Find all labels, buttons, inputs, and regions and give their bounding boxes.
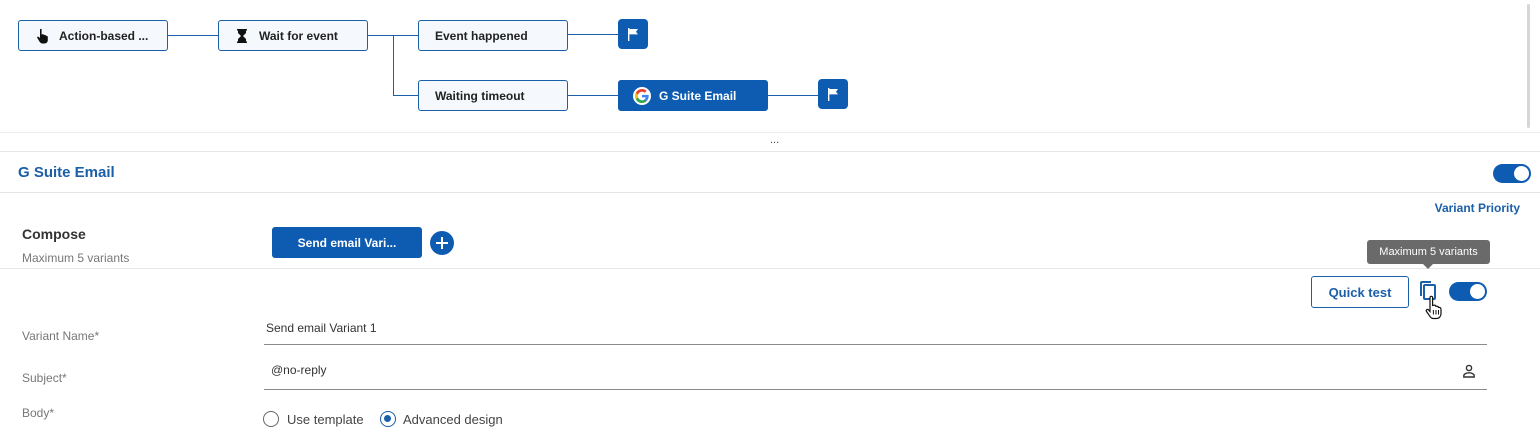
canvas-scrollbar[interactable] bbox=[1527, 4, 1530, 128]
hand-pointer-icon bbox=[33, 27, 51, 45]
flow-node-label: G Suite Email bbox=[659, 88, 737, 103]
body-label: Body* bbox=[22, 406, 55, 420]
flow-node-wait-for-event[interactable]: Wait for event bbox=[218, 20, 368, 51]
flag-icon bbox=[628, 27, 638, 41]
variant-name-underline bbox=[264, 344, 1487, 345]
variant-enable-toggle[interactable] bbox=[1449, 282, 1487, 301]
advanced-design-label[interactable]: Advanced design bbox=[403, 412, 503, 427]
variant-panel bbox=[0, 268, 1540, 432]
flow-end-flag[interactable] bbox=[818, 79, 848, 109]
hourglass-icon bbox=[233, 27, 251, 45]
advanced-design-radio[interactable] bbox=[380, 411, 396, 427]
connector bbox=[167, 35, 219, 36]
variant-name-input[interactable]: Send email Variant 1 bbox=[266, 321, 377, 335]
copy-tooltip: Maximum 5 variants bbox=[1367, 240, 1490, 269]
flow-node-g-suite-email[interactable]: G Suite Email bbox=[618, 80, 768, 111]
resize-handle-dots[interactable]: ... bbox=[770, 134, 779, 146]
flow-end-flag[interactable] bbox=[618, 19, 648, 49]
section-header bbox=[0, 153, 1540, 193]
flow-node-label: Wait for event bbox=[259, 28, 338, 43]
variant-tab-1[interactable]: Send email Vari... bbox=[272, 227, 422, 258]
quick-test-button[interactable]: Quick test bbox=[1311, 276, 1409, 308]
workflow-canvas[interactable]: Action-based ... Wait for event Event ha… bbox=[0, 0, 1540, 132]
connector bbox=[393, 35, 394, 95]
compose-subtitle: Maximum 5 variants bbox=[22, 251, 130, 265]
subject-input[interactable]: @no-reply bbox=[271, 363, 327, 377]
plus-circle-icon bbox=[436, 237, 448, 249]
flow-node-event-happened[interactable]: Event happened bbox=[418, 20, 568, 51]
use-template-radio[interactable] bbox=[263, 411, 279, 427]
google-g-icon bbox=[633, 86, 651, 105]
connector bbox=[767, 95, 818, 96]
flow-node-label: Action-based ... bbox=[59, 28, 149, 43]
connector bbox=[393, 95, 418, 96]
flow-node-waiting-timeout[interactable]: Waiting timeout bbox=[418, 80, 568, 111]
variant-priority-link[interactable]: Variant Priority bbox=[1435, 201, 1520, 215]
add-variant-button[interactable] bbox=[430, 231, 454, 255]
variant-name-label: Variant Name* bbox=[22, 329, 100, 343]
flow-node-label: Waiting timeout bbox=[435, 88, 525, 103]
use-template-label[interactable]: Use template bbox=[287, 412, 364, 427]
connector bbox=[567, 34, 618, 35]
person-icon[interactable] bbox=[1462, 364, 1476, 378]
hand-cursor-icon bbox=[1425, 295, 1443, 321]
subject-label: Subject* bbox=[22, 371, 67, 385]
connector bbox=[567, 95, 618, 96]
flow-node-label: Event happened bbox=[435, 28, 528, 43]
flag-icon bbox=[828, 87, 838, 101]
compose-title: Compose bbox=[22, 226, 86, 242]
subject-underline bbox=[264, 389, 1487, 390]
section-enable-toggle[interactable] bbox=[1493, 164, 1531, 183]
flow-node-action-based[interactable]: Action-based ... bbox=[18, 20, 168, 51]
section-title: G Suite Email bbox=[18, 164, 115, 181]
